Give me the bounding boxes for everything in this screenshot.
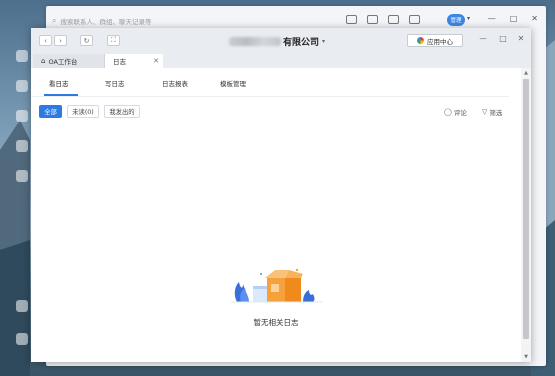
oa-window: ‹ › ↻ ⛶ 有限公司 ▾ 应用中心 ㅡ □ ✕ ⌂ OA工作台 日志 ✕ 看… [31,28,531,362]
app-center-icon [417,37,424,44]
chevron-left-icon: ‹ [44,36,47,45]
maximize-button[interactable]: □ [498,34,508,43]
filter-unread-button[interactable]: 未读(0) [67,105,99,118]
search-icon: ⌕ [52,16,57,25]
dock-mail-icon[interactable] [16,333,28,345]
minimize-button[interactable]: ㅡ [478,34,488,45]
maximize-button[interactable]: □ [510,14,518,23]
subtab-log-report[interactable]: 日志报表 [162,78,188,88]
back-search-placeholder: 搜索联系人、群组、聊天记录等 [60,18,152,26]
filter-action[interactable]: ▽ 筛选 [482,107,502,117]
empty-state-message: 暂无相关日志 [253,318,299,327]
app-center-label: 应用中心 [427,37,453,46]
filter-label: 筛选 [489,109,503,117]
active-tab-indicator [44,94,78,96]
company-switcher[interactable]: 有限公司 ▾ [229,34,325,48]
forward-button[interactable]: › [54,35,67,46]
empty-box-illustration [231,268,323,303]
back-search-box[interactable]: ⌕ 搜索联系人、群组、聊天记录等 [52,14,252,28]
close-button[interactable]: ✕ [516,34,526,43]
dock-app-icon[interactable] [16,110,28,122]
close-button[interactable]: ✕ [531,14,538,23]
tab-oa-workbench[interactable]: ⌂ OA工作台 [33,54,105,68]
subtab-view-logs[interactable]: 看日志 [49,78,69,88]
subtab-write-log[interactable]: 写日志 [105,78,125,88]
subtab-template-management[interactable]: 模板管理 [220,78,246,88]
title-bar: ‹ › ↻ ⛶ 有限公司 ▾ 应用中心 ㅡ □ ✕ [31,28,531,54]
comment-action[interactable]: ◯ 评论 [444,107,467,117]
scroll-up-arrow[interactable]: ▲ [521,68,531,78]
filter-bar: 全部 未读(0) 我发出的 ◯ 评论 ▽ 筛选 [31,104,509,124]
tab-label: OA工作台 [48,58,78,66]
funnel-icon: ▽ [482,108,488,116]
minimize-button[interactable]: — [488,14,496,23]
chevron-down-icon: ▾ [322,37,326,45]
back-toolbar [346,15,420,24]
dock-app-icon[interactable] [16,80,28,92]
contacts-icon[interactable] [409,15,420,24]
refresh-icon: ↻ [83,36,90,45]
dock-app-icon[interactable] [16,170,28,182]
desktop-dock [0,0,30,376]
close-icon[interactable]: ✕ [153,57,159,65]
filter-all-button[interactable]: 全部 [39,105,62,118]
dock-app-icon[interactable] [16,50,28,62]
comment-icon: ◯ [444,108,452,116]
chat-icon[interactable] [346,15,357,24]
filter-sent-button[interactable]: 我发出的 [104,105,140,118]
sub-navigation: 看日志 写日志 日志报表 模板管理 [31,68,509,97]
scrollbar[interactable]: ▲ ▼ [521,68,531,362]
scrollbar-thumb[interactable] [523,79,529,339]
monitor-icon[interactable] [367,15,378,24]
cloud-icon[interactable] [388,15,399,24]
dock-app-icon[interactable] [16,140,28,152]
tab-bar: ⌂ OA工作台 日志 ✕ [31,54,531,68]
tab-log[interactable]: 日志 ✕ [105,54,163,68]
fullscreen-button[interactable]: ⛶ [107,35,120,46]
expand-icon: ⛶ [111,36,116,44]
app-center-button[interactable]: 应用中心 [407,34,463,47]
chevron-down-icon[interactable]: ▾ [467,15,470,22]
back-window-controls: — □ ✕ [488,14,538,23]
home-icon: ⌂ [41,57,46,65]
scroll-down-arrow[interactable]: ▼ [521,352,531,362]
tab-label: 日志 [113,58,126,66]
company-name: 有限公司 [283,37,320,48]
redacted-company-name [229,36,281,46]
comment-label: 评论 [453,109,467,117]
avatar[interactable]: 管理 [447,14,465,26]
chevron-right-icon: › [59,36,62,45]
back-button[interactable]: ‹ [39,35,52,46]
main-content: 看日志 写日志 日志报表 模板管理 全部 未读(0) 我发出的 ◯ 评论 ▽ 筛… [31,68,521,362]
refresh-button[interactable]: ↻ [80,35,93,46]
dock-app-icon[interactable] [16,300,28,312]
